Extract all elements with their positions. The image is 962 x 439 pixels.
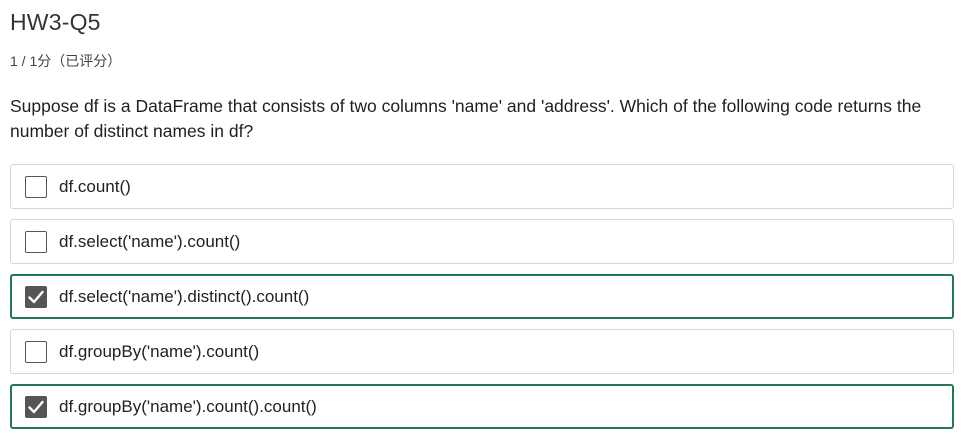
answer-option-2[interactable]: df.select('name').count() bbox=[10, 219, 954, 264]
answer-option-label: df.groupBy('name').count().count() bbox=[59, 396, 317, 416]
quiz-question-panel: HW3-Q5 1 / 1分（已评分） Suppose df is a DataF… bbox=[0, 0, 962, 436]
checkmark-icon bbox=[28, 290, 44, 303]
answer-option-3[interactable]: df.select('name').distinct().count() bbox=[10, 274, 954, 319]
answer-option-label: df.count() bbox=[59, 176, 131, 196]
answer-options: df.count() df.select('name').count() df.… bbox=[10, 164, 954, 439]
answer-option-label: df.groupBy('name').count() bbox=[59, 341, 260, 361]
answer-option-5[interactable]: df.groupBy('name').count().count() bbox=[10, 384, 954, 429]
answer-option-1[interactable]: df.count() bbox=[10, 164, 954, 209]
checkbox-icon[interactable] bbox=[25, 175, 47, 198]
question-text: Suppose df is a DataFrame that consists … bbox=[10, 96, 922, 141]
answer-option-4[interactable]: df.groupBy('name').count() bbox=[10, 329, 954, 374]
score-label: 1 / 1分（已评分） bbox=[10, 53, 122, 69]
answer-option-label: df.select('name').count() bbox=[59, 231, 241, 251]
answer-option-label: df.select('name').distinct().count() bbox=[59, 286, 310, 306]
checkbox-checked-icon[interactable] bbox=[25, 395, 47, 418]
checkbox-icon[interactable] bbox=[25, 230, 47, 253]
question-title: HW3-Q5 bbox=[10, 9, 101, 35]
checkbox-checked-icon[interactable] bbox=[25, 285, 47, 308]
checkbox-icon[interactable] bbox=[25, 340, 47, 363]
checkmark-icon bbox=[28, 400, 44, 413]
